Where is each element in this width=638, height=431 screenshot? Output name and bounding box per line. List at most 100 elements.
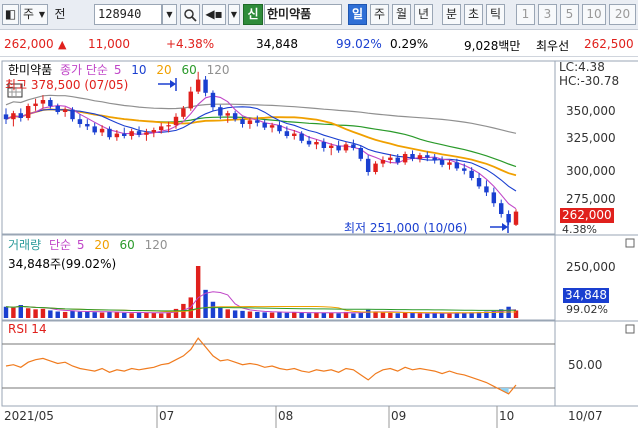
period-tab-second[interactable]: 초 xyxy=(464,4,483,25)
volume-close-icon[interactable] xyxy=(625,238,635,248)
candle-body xyxy=(159,126,164,130)
volume-bar xyxy=(321,312,327,318)
candle-body xyxy=(129,131,134,136)
volume-panel-title: 거래량 단순 5 20 60 120 xyxy=(8,236,167,253)
search-icon[interactable] xyxy=(180,4,200,25)
volume-bar xyxy=(33,309,38,318)
volume-bar xyxy=(218,307,223,318)
period-tab-year[interactable]: 년 xyxy=(414,4,433,25)
candle-body xyxy=(388,157,393,160)
candle-body xyxy=(306,140,312,145)
volume-bar xyxy=(55,311,60,318)
candle-body xyxy=(284,131,290,136)
volume-bar xyxy=(262,312,267,318)
candle-body xyxy=(329,145,334,148)
count-button-3[interactable]: 3 xyxy=(538,4,557,25)
period-tab-day[interactable]: 일 xyxy=(348,4,367,25)
x-label-10-07: 10/07 xyxy=(568,409,603,423)
candle-body xyxy=(373,163,378,172)
candle-body xyxy=(166,125,171,127)
count-button-5[interactable]: 5 xyxy=(560,4,579,25)
period-tab-minute[interactable]: 분 xyxy=(442,4,461,25)
candle-body xyxy=(173,116,179,126)
candle-body xyxy=(513,211,519,225)
ma-20-label: 20 xyxy=(156,63,172,77)
candle-body xyxy=(447,162,452,165)
lc-label: LC:4.38 xyxy=(559,60,605,74)
volume-bar xyxy=(225,309,230,318)
volume-bar xyxy=(365,309,371,318)
jeon-label: 전 xyxy=(50,4,70,25)
volume-bar xyxy=(247,311,253,318)
volume-bar xyxy=(77,311,83,318)
volume-bar xyxy=(144,312,149,318)
shin-button[interactable]: 신 xyxy=(243,4,263,25)
volume-bar xyxy=(210,301,216,318)
period-tab-month[interactable]: 월 xyxy=(392,4,411,25)
turnover-rate: 0.29% xyxy=(390,37,429,51)
price-change: 11,000 xyxy=(88,37,130,51)
volume-bar xyxy=(432,312,437,318)
volume-bar xyxy=(255,311,260,318)
period-tab-week[interactable]: 주 xyxy=(370,4,389,25)
candle-body xyxy=(33,103,38,106)
window-menu-icon[interactable]: ◧ xyxy=(2,4,19,25)
count-button-20[interactable]: 20 xyxy=(609,4,636,25)
candle-body xyxy=(299,133,304,141)
pref-label: 최우선 xyxy=(536,39,570,53)
count-button-1[interactable]: 1 xyxy=(516,4,535,25)
candle-body xyxy=(269,125,275,128)
volume-info: 34,848주(99.02%) xyxy=(8,257,117,271)
candle-body xyxy=(11,113,16,120)
volume-bar xyxy=(195,266,201,318)
current-pct-tag: 4.38% xyxy=(562,223,597,236)
current-price: 262,000 xyxy=(4,37,54,51)
candle-body xyxy=(188,91,193,109)
rsi-panel-title: RSI 14 xyxy=(8,322,47,336)
candle-body xyxy=(218,107,223,116)
volume-bar xyxy=(439,313,445,318)
candle-body xyxy=(203,79,208,93)
candle-body xyxy=(417,155,423,159)
x-label-07: 07 xyxy=(159,409,175,423)
candle-body xyxy=(410,154,415,159)
candle-body xyxy=(136,131,142,135)
sound-dropdown-button[interactable]: ▼ xyxy=(228,4,240,25)
volume-bar xyxy=(62,311,68,318)
volume-bar xyxy=(314,312,319,318)
candle-body xyxy=(425,155,430,158)
volume-bar xyxy=(299,313,304,318)
sound-icon[interactable]: ◀▪ xyxy=(202,4,226,25)
stock-code-input[interactable]: 128940 xyxy=(94,4,162,25)
rsi-panel-frame xyxy=(1,320,556,407)
period-tab-tick[interactable]: 틱 xyxy=(486,4,505,25)
code-dropdown-button[interactable]: ▼ xyxy=(162,4,177,25)
x-label-09: 09 xyxy=(391,409,407,423)
current-volume-pct: 99.02% xyxy=(566,303,608,316)
volume-bar xyxy=(306,313,312,318)
low-price-annotation: 최저 251,000 (10/06) xyxy=(344,221,468,235)
market-select[interactable]: 주 ▼ xyxy=(20,4,48,25)
candle-body xyxy=(380,160,386,164)
candle-body xyxy=(18,113,23,118)
volume-bar xyxy=(410,313,415,318)
volume-bar xyxy=(85,311,90,318)
volume-bar xyxy=(351,313,356,318)
volume-bar xyxy=(25,308,31,318)
volume-bar xyxy=(277,311,282,318)
chart-area[interactable]: 한미약품 종가 단순 5 10 20 60 120 최고 378,500 (07… xyxy=(0,58,638,431)
vol-ma-120-label: 120 xyxy=(144,238,168,252)
rsi-close-icon[interactable] xyxy=(625,324,635,334)
candle-body xyxy=(99,128,105,133)
current-volume-tag: 34,848 xyxy=(563,288,609,303)
candle-body xyxy=(292,133,297,136)
candle-body xyxy=(321,142,327,148)
candle-body xyxy=(48,100,53,106)
stock-name-field[interactable]: 한미약품 xyxy=(264,4,342,25)
vol-ma-20-label: 20 xyxy=(94,238,110,252)
candle-body xyxy=(454,162,460,169)
toolbar: ◧ 주 ▼ 전 128940 ▼ ◀▪ ▼ 신 한미약품 일 주 월 년 분 초 … xyxy=(0,0,638,30)
count-button-10[interactable]: 10 xyxy=(582,4,606,25)
candle-body xyxy=(247,120,253,124)
candle-body xyxy=(181,108,186,117)
